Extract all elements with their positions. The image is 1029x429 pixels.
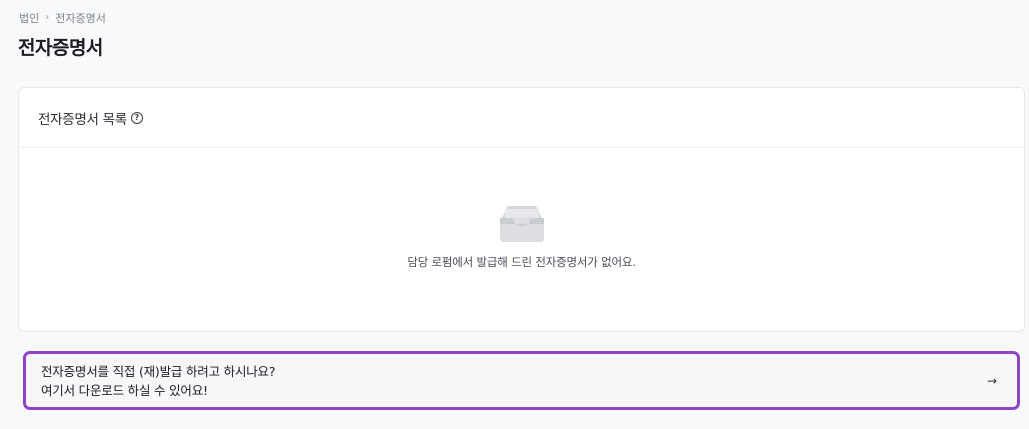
breadcrumb: 법인 › 전자증명서 <box>19 10 106 26</box>
empty-message: 담당 로펌에서 발급해 드린 전자증명서가 없어요. <box>407 255 636 269</box>
direct-issue-text: 전자증명서를 직접 (재)발급 하려고 하시나요? 여기서 다운로드 하실 수 … <box>41 362 987 400</box>
chevron-right-icon: › <box>45 12 50 23</box>
question-circle-icon[interactable]: ? <box>130 112 143 124</box>
arrow-right-icon[interactable]: → <box>987 374 997 388</box>
empty-tray-icon <box>499 206 544 242</box>
breadcrumb-parent-link[interactable]: 법인 <box>19 10 39 26</box>
empty-state: 담당 로펌에서 발급해 드린 전자증명서가 없어요. <box>19 148 1024 331</box>
certificate-list-header: 전자증명서 목록 ? <box>19 88 1024 148</box>
page: 법인 › 전자증명서 전자증명서 전자증명서 목록 ? 담당 로펌에서 발급해 … <box>0 0 1029 429</box>
certificate-list-title: 전자증명서 목록 <box>38 111 127 128</box>
direct-issue-line2: 여기서 다운로드 하실 수 있어요! <box>41 382 208 398</box>
direct-issue-line1: 전자증명서를 직접 (재)발급 하려고 하시나요? <box>41 363 276 379</box>
certificate-list-card: 전자증명서 목록 ? 담당 로펌에서 발급해 드린 전자증명서가 없어요. <box>18 87 1025 332</box>
direct-issue-banner[interactable]: 전자증명서를 직접 (재)발급 하려고 하시나요? 여기서 다운로드 하실 수 … <box>23 351 1020 410</box>
page-title: 전자증명서 <box>18 37 103 59</box>
breadcrumb-current: 전자증명서 <box>55 12 106 25</box>
